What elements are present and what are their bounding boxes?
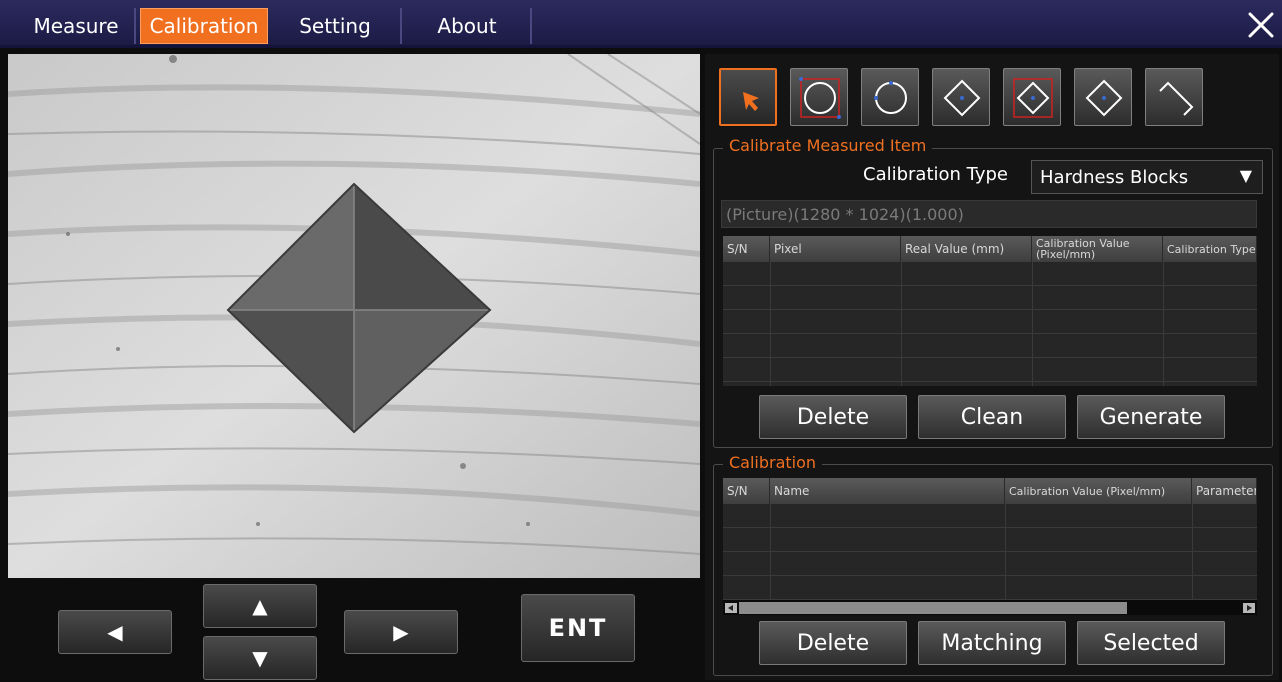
column-divider bbox=[1032, 262, 1033, 386]
calibration-type-label: Calibration Type bbox=[863, 164, 1009, 185]
tab-measure[interactable]: Measure bbox=[18, 8, 136, 44]
clean-button[interactable]: Clean bbox=[918, 395, 1066, 439]
tool-diamond[interactable] bbox=[932, 68, 990, 126]
measured-items-table[interactable]: S/N Pixel Real Value (mm) Calibration Va… bbox=[723, 236, 1257, 386]
tool-diagonal[interactable] bbox=[1145, 68, 1203, 126]
arrow-down-icon: ▼ bbox=[252, 646, 268, 670]
tab-about[interactable]: About bbox=[404, 8, 532, 44]
tab-label: Measure bbox=[33, 14, 119, 38]
column-divider bbox=[770, 504, 771, 600]
arrow-left-icon: ◀ bbox=[107, 620, 123, 644]
select-value: Hardness Blocks bbox=[1040, 166, 1189, 188]
selected-button[interactable]: Selected bbox=[1077, 621, 1225, 665]
column-header: Name bbox=[770, 478, 1005, 504]
tab-label: About bbox=[437, 14, 497, 38]
pointer-arrow-icon bbox=[743, 92, 759, 111]
calibration-table[interactable]: S/N Name Calibration Value (Pixel/mm) Pa… bbox=[723, 478, 1257, 600]
tool-circle[interactable] bbox=[861, 68, 919, 126]
table-header: S/N Pixel Real Value (mm) Calibration Va… bbox=[723, 236, 1257, 262]
arrow-up-icon: ▲ bbox=[252, 594, 268, 618]
group-title: Calibration bbox=[723, 453, 823, 472]
diamond-icon bbox=[943, 79, 981, 117]
table-row[interactable] bbox=[723, 528, 1257, 552]
column-divider bbox=[1163, 262, 1164, 386]
diamond-center-icon bbox=[1085, 79, 1123, 117]
column-divider bbox=[770, 262, 771, 386]
column-header: Calibration Type bbox=[1163, 236, 1257, 262]
delete-calibration-button[interactable]: Delete bbox=[759, 621, 907, 665]
tool-diamond-center[interactable] bbox=[1074, 68, 1132, 126]
table-row[interactable] bbox=[723, 552, 1257, 576]
column-header: S/N bbox=[723, 478, 770, 504]
generate-button[interactable]: Generate bbox=[1077, 395, 1225, 439]
column-header: Real Value (mm) bbox=[901, 236, 1032, 262]
matching-button[interactable]: Matching bbox=[918, 621, 1066, 665]
column-divider bbox=[901, 262, 902, 386]
table-header: S/N Name Calibration Value (Pixel/mm) Pa… bbox=[723, 478, 1257, 504]
calibration-type-select[interactable]: Hardness Blocks ▼ bbox=[1031, 160, 1263, 194]
diamond-in-box-icon bbox=[1013, 78, 1053, 118]
tab-label: Calibration bbox=[149, 14, 259, 38]
diagonal-line-icon bbox=[1159, 81, 1194, 116]
tool-diamond-box[interactable] bbox=[1003, 68, 1061, 126]
table-row[interactable] bbox=[723, 286, 1257, 310]
column-divider bbox=[1192, 504, 1193, 600]
table-row[interactable] bbox=[723, 504, 1257, 528]
column-header: Parameter bbox=[1192, 478, 1257, 504]
down-button[interactable]: ▼ bbox=[203, 636, 317, 680]
column-header: Calibration Value (Pixel/mm) bbox=[1032, 236, 1163, 262]
table-row[interactable] bbox=[723, 334, 1257, 358]
arrow-right-icon: ▶ bbox=[393, 620, 409, 644]
indentation-image bbox=[8, 54, 700, 578]
chevron-down-icon: ▼ bbox=[1239, 166, 1252, 185]
left-button[interactable]: ◀ bbox=[58, 610, 172, 654]
tab-calibration[interactable]: Calibration bbox=[140, 8, 268, 44]
right-button[interactable]: ▶ bbox=[344, 610, 458, 654]
circle-icon bbox=[874, 81, 907, 114]
close-icon[interactable] bbox=[1246, 10, 1276, 40]
column-header: Calibration Value (Pixel/mm) bbox=[1005, 478, 1192, 504]
horizontal-scrollbar[interactable] bbox=[723, 600, 1257, 615]
picture-info-field: (Picture)(1280 * 1024)(1.000) bbox=[721, 200, 1257, 228]
up-button[interactable]: ▲ bbox=[203, 584, 317, 628]
tab-label: Setting bbox=[299, 14, 371, 38]
table-row[interactable] bbox=[723, 358, 1257, 382]
delete-item-button[interactable]: Delete bbox=[759, 395, 907, 439]
column-header: S/N bbox=[723, 236, 770, 262]
column-header: Pixel bbox=[770, 236, 901, 262]
column-divider bbox=[1005, 504, 1006, 600]
tool-pointer[interactable] bbox=[719, 68, 777, 126]
tab-setting[interactable]: Setting bbox=[270, 8, 402, 44]
group-title: Calibrate Measured Item bbox=[723, 136, 933, 155]
calibration-panel: Calibrate Measured Item Calibration Type… bbox=[705, 54, 1279, 680]
table-row[interactable] bbox=[723, 262, 1257, 286]
table-row[interactable] bbox=[723, 310, 1257, 334]
table-row[interactable] bbox=[723, 576, 1257, 600]
menu-bar: Measure Calibration Setting About bbox=[0, 0, 1282, 48]
ent-label: ENT bbox=[548, 614, 608, 642]
tool-circle-box[interactable] bbox=[790, 68, 848, 126]
circle-in-box-icon bbox=[799, 77, 841, 119]
ent-button[interactable]: ENT bbox=[521, 594, 635, 662]
image-viewport[interactable] bbox=[8, 54, 700, 578]
